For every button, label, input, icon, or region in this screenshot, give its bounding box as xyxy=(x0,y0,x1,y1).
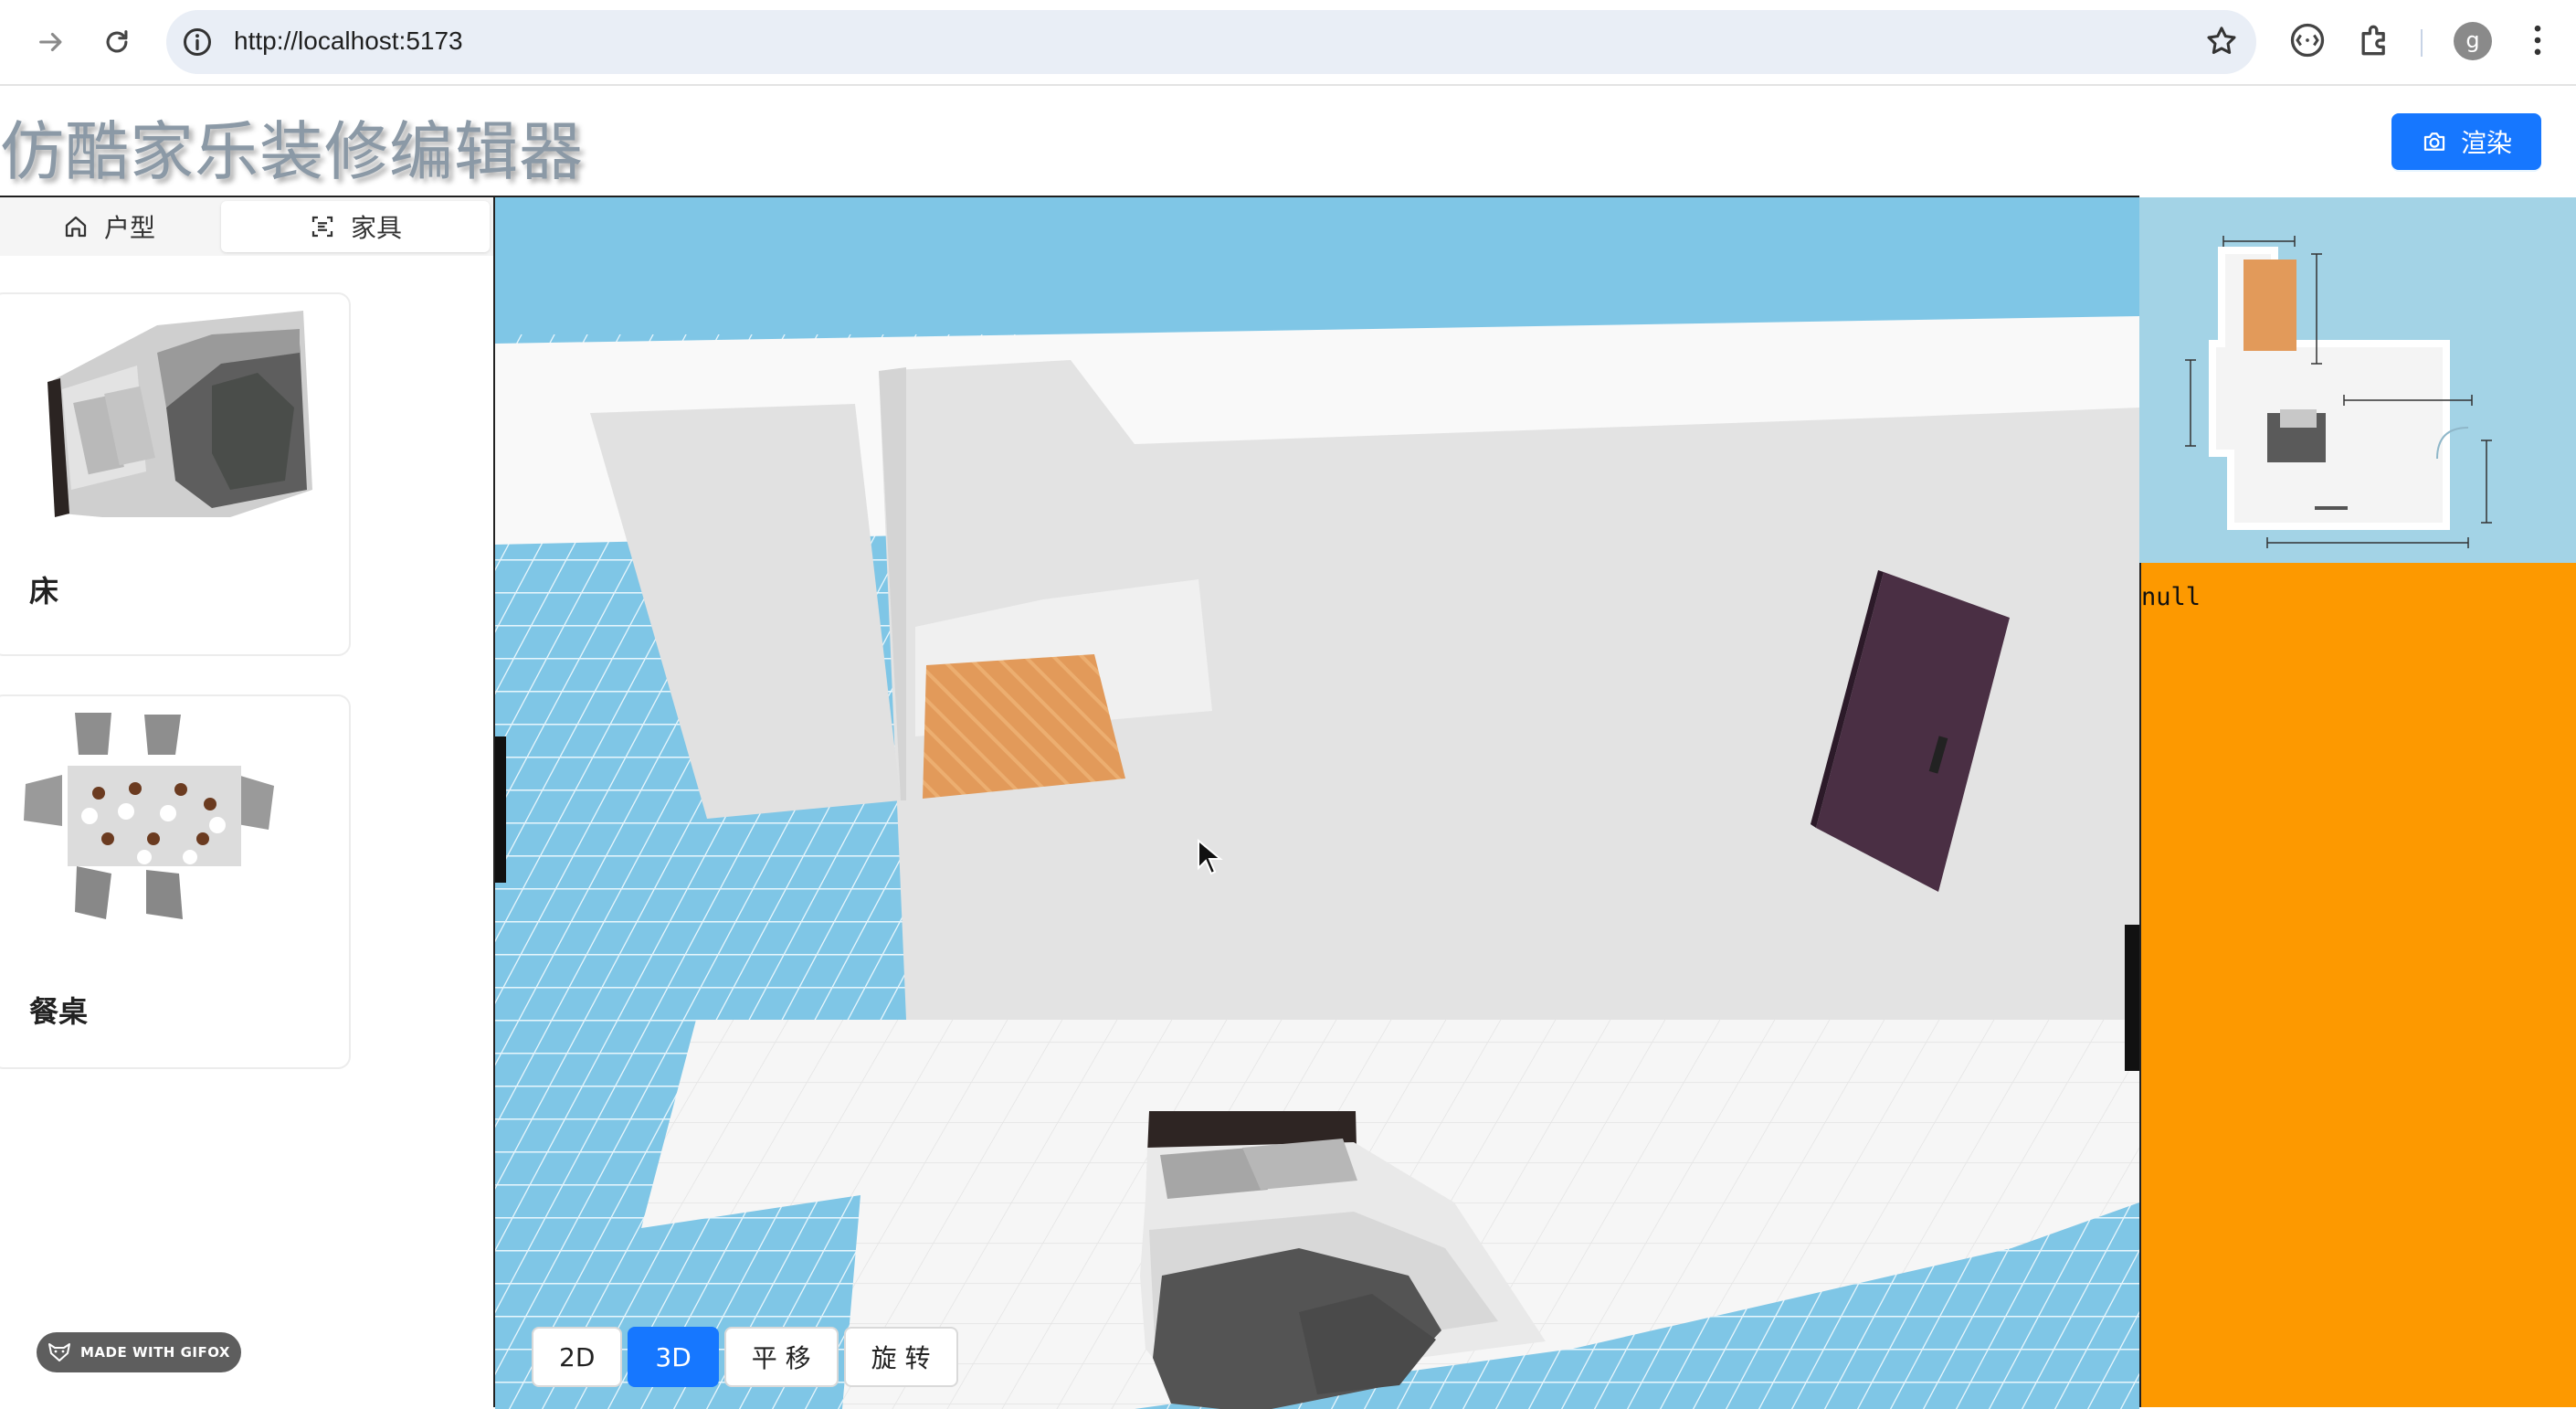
more-menu-icon[interactable] xyxy=(2518,20,2558,64)
3d-scene[interactable] xyxy=(495,197,2139,1409)
selection-info-text: null xyxy=(2141,583,2201,611)
panel-tabs: 户型 家具 xyxy=(0,196,493,256)
mode-3d-button[interactable]: 3D xyxy=(628,1327,719,1387)
bed-thumbnail xyxy=(48,311,312,517)
reload-icon[interactable] xyxy=(95,20,139,64)
tab-furniture-label: 家具 xyxy=(350,213,402,243)
bookmark-star-icon[interactable] xyxy=(2203,23,2240,63)
url-text[interactable]: http://localhost:5173 xyxy=(234,26,463,56)
mode-2d-button[interactable]: 2D xyxy=(532,1327,623,1387)
furniture-label-dining-table: 餐桌 xyxy=(29,994,89,1029)
mode-rotate-button[interactable]: 旋 转 xyxy=(843,1327,958,1387)
scan-icon xyxy=(311,216,333,238)
extension-icon[interactable] xyxy=(2287,20,2328,64)
forward-icon[interactable] xyxy=(29,20,73,64)
tab-floorplan-label: 户型 xyxy=(103,213,155,243)
profile-avatar[interactable]: g xyxy=(2454,22,2492,60)
address-bar[interactable]: http://localhost:5173 xyxy=(166,10,2256,74)
tab-furniture[interactable]: 家具 xyxy=(221,201,490,252)
app-header: 仿酷家乐装修编辑器 渲染 xyxy=(0,86,2576,196)
site-info-icon[interactable] xyxy=(181,26,214,62)
gifox-watermark-text: MADE WITH GIFOX xyxy=(79,1344,230,1361)
camera-icon xyxy=(2423,132,2445,151)
info-panel: null xyxy=(2139,563,2576,1407)
viewport-edge-marker-right xyxy=(2125,925,2139,1071)
mode-pan-button[interactable]: 平 移 xyxy=(723,1327,839,1387)
dining-table-thumbnail xyxy=(24,713,274,919)
view-mode-toolbar: 2D 3D 平 移 旋 转 xyxy=(532,1327,958,1387)
gifox-watermark: MADE WITH GIFOX xyxy=(37,1332,241,1372)
fox-logo-icon xyxy=(48,1343,70,1361)
tab-floorplan[interactable]: 户型 xyxy=(0,201,217,252)
page-title: 仿酷家乐装修编辑器 xyxy=(0,114,584,189)
furniture-card-dining-table[interactable]: 餐桌 xyxy=(0,694,351,1069)
home-icon xyxy=(65,216,87,238)
furniture-card-bed[interactable]: 床 xyxy=(0,292,351,656)
minimap-floorplan xyxy=(2185,236,2492,548)
render-button[interactable]: 渲染 xyxy=(2391,113,2541,170)
floorplan-minimap[interactable] xyxy=(2139,197,2576,563)
render-button-label: 渲染 xyxy=(2460,128,2512,158)
browser-toolbar: http://localhost:5173 g xyxy=(0,0,2576,86)
puzzle-icon[interactable] xyxy=(2355,20,2395,64)
left-panel: 户型 家具 床 餐桌 MADE WITH GIFOX xyxy=(0,196,495,1407)
furniture-label-bed: 床 xyxy=(29,574,59,609)
wood-floor-tile xyxy=(923,654,1125,799)
viewport-edge-marker-left xyxy=(495,736,506,883)
toolbar-divider xyxy=(2421,29,2423,57)
3d-viewport[interactable]: 2D 3D 平 移 旋 转 xyxy=(495,196,2139,1409)
